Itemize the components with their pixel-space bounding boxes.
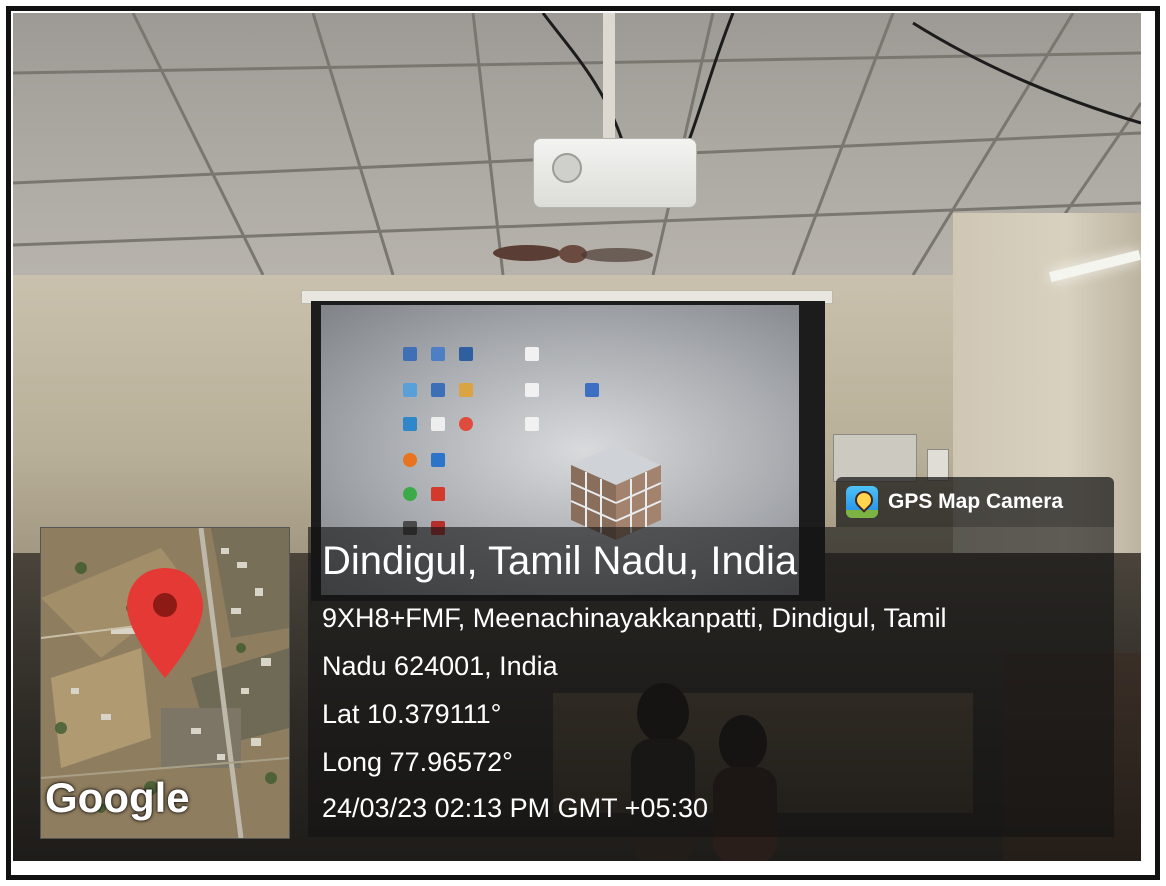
- app-name: GPS Map Camera: [888, 490, 1064, 513]
- gps-map-camera-logo-icon: [846, 486, 878, 518]
- desktop-file-icon: [431, 417, 445, 431]
- ceiling-fan: [493, 245, 653, 263]
- address-line-2: Nadu 624001, India: [322, 651, 558, 681]
- projector-lens: [552, 153, 582, 183]
- projector-mount: [603, 13, 615, 141]
- gps-map-camera-badge: GPS Map Camera: [836, 477, 1114, 527]
- desktop-doc-icon: [585, 383, 599, 397]
- desktop-pdf-icon: [525, 347, 539, 361]
- desktop-pdf-icon: [525, 383, 539, 397]
- chrome-icon: [459, 417, 473, 431]
- longitude: Long 77.96572°: [322, 747, 513, 777]
- timestamp: 24/03/23 02:13 PM GMT +05:30: [322, 793, 709, 823]
- latitude: Lat 10.379111°: [322, 699, 502, 729]
- projector: [533, 138, 697, 208]
- desktop-app-icon: [431, 383, 445, 397]
- desktop-file-icon: [459, 347, 473, 361]
- acrobat-icon: [431, 487, 445, 501]
- desktop-folder-icon: [459, 383, 473, 397]
- desktop-app-icon: [403, 417, 417, 431]
- electrical-box: [833, 434, 917, 482]
- location-info-panel: Dindigul, Tamil Nadu, India 9XH8+FMF, Me…: [308, 527, 1114, 837]
- recycle-bin-icon: [403, 383, 417, 397]
- satellite-map-thumbnail: Google: [40, 527, 290, 839]
- bluetooth-icon: [431, 453, 445, 467]
- google-attribution: Google: [45, 774, 190, 821]
- address-line-1: 9XH8+FMF, Meenachinayakkanpatti, Dindigu…: [322, 603, 947, 633]
- firefox-icon: [403, 453, 417, 467]
- desktop-file-icon: [403, 347, 417, 361]
- desktop-file-icon: [431, 347, 445, 361]
- desktop-pdf-icon: [525, 417, 539, 431]
- chrome-icon: [403, 487, 417, 501]
- location-title: Dindigul, Tamil Nadu, India: [322, 539, 798, 583]
